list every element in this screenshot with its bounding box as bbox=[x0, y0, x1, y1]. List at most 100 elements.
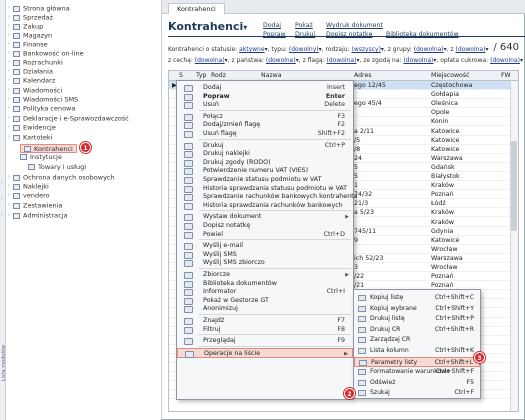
scrollbar-thumb[interactable] bbox=[511, 141, 517, 231]
column-header-nazwa[interactable]: Nazwa bbox=[261, 72, 282, 79]
cell-address: 745/11 bbox=[354, 227, 377, 235]
filter-flag[interactable]: (dowolna) bbox=[327, 57, 357, 64]
page-title-text: Kontrahenci bbox=[168, 20, 244, 33]
submenu-item[interactable]: Szukaj Ctrl+F bbox=[354, 388, 480, 398]
filter-consent[interactable]: (dowolną) bbox=[403, 57, 433, 64]
context-menu-item[interactable]: Usuń flagę Shift+F2 bbox=[177, 129, 353, 139]
cell-city: Konin bbox=[431, 118, 449, 126]
context-menu-item[interactable]: Powiel Ctrl+D bbox=[177, 230, 353, 240]
submenu-item-label: Drukuj CR bbox=[370, 325, 401, 333]
context-menu-item[interactable]: Operacje na liście ▶ bbox=[177, 347, 353, 358]
sidebar-item[interactable]: › Magazyn bbox=[8, 31, 52, 40]
collapse-arrow-icon[interactable]: › bbox=[1, 180, 3, 186]
sidebar-item-label: Działania bbox=[23, 67, 53, 76]
sidebar-item[interactable]: Instytucje bbox=[20, 153, 62, 162]
module-icon bbox=[13, 115, 20, 122]
chevron-down-icon[interactable]: ▾ bbox=[243, 23, 247, 32]
module-icon bbox=[13, 202, 20, 209]
sidebar-item[interactable]: › Strona główna bbox=[8, 4, 70, 13]
sidebar-item[interactable]: › Wiadomości SMS bbox=[8, 95, 78, 104]
sidebar-item[interactable]: › Działania bbox=[8, 67, 53, 76]
sidebar-item[interactable]: › Bankowość on-line bbox=[8, 49, 84, 58]
toolbar-issue-document-link[interactable]: Wydruk dokument bbox=[326, 22, 383, 29]
sidebar-item[interactable]: › Kartoteki bbox=[8, 133, 52, 142]
sidebar-item-label: Bankowość on-line bbox=[23, 49, 84, 58]
sidebar-item[interactable]: › Zestawienia bbox=[8, 201, 62, 210]
filter-sugar-fee[interactable]: (dowolna) bbox=[490, 57, 520, 64]
submenu-item-shortcut: F5 bbox=[466, 378, 474, 386]
module-icon bbox=[13, 14, 20, 21]
menu-item-label: Dodaj bbox=[203, 84, 222, 91]
sidebar-item[interactable]: › Finanse bbox=[8, 40, 48, 49]
sidebar-item[interactable]: Towary i usługi bbox=[28, 163, 86, 172]
module-icon bbox=[20, 154, 27, 160]
collapse-arrow-icon[interactable]: › bbox=[1, 212, 3, 218]
sidebar-item-label: Strona główna bbox=[23, 4, 70, 13]
context-menu-item[interactable]: Przeglądaj F9 bbox=[177, 336, 353, 346]
cell-city: Wrocław bbox=[431, 264, 458, 271]
submenu-item[interactable]: Kopiuj wybrane Ctrl+Shift+Y bbox=[354, 304, 480, 314]
sidebar-item[interactable]: › Kalendarz bbox=[8, 76, 55, 85]
submenu-item[interactable]: Drukuj CR Ctrl+Shift+R bbox=[354, 325, 480, 335]
sidebar-item[interactable]: › Naklejki bbox=[8, 182, 49, 191]
context-menu-item[interactable]: Historia sprawdzania rachunków bankowych bbox=[177, 201, 353, 211]
submenu-item-label: Kopiuj listę bbox=[370, 294, 404, 301]
filter-country[interactable]: (dowolne) bbox=[266, 57, 296, 64]
column-header-rodz[interactable]: Rodz bbox=[211, 72, 226, 79]
toolbar-add-note-link[interactable]: Dopisz notatkę bbox=[326, 31, 372, 38]
menu-item-icon bbox=[184, 338, 193, 346]
context-menu-item[interactable]: Anonimizuj bbox=[177, 304, 353, 314]
grid-scrollbar[interactable] bbox=[510, 81, 518, 411]
submenu-item[interactable]: Lista kolumn Ctrl+Shift+K bbox=[354, 346, 480, 356]
submenu-item[interactable]: Kopiuj listę Ctrl+Shift+C bbox=[354, 293, 480, 303]
filter-row-1: Kontrahenci o statusie: aktywne▾, typu: … bbox=[168, 46, 489, 53]
sidebar-item[interactable]: › Sprzedaż bbox=[8, 13, 53, 22]
column-header-s[interactable]: S bbox=[179, 72, 183, 79]
toolbar-show-link[interactable]: Pokaż bbox=[295, 22, 313, 29]
submenu-item[interactable]: Odśwież F5 bbox=[354, 378, 480, 388]
sidebar-item[interactable]: › Zakup bbox=[8, 22, 43, 31]
tab-kontrahenci[interactable]: Kontrahenci bbox=[168, 3, 225, 14]
submenu-item-shortcut: Ctrl+Shift+L bbox=[434, 358, 473, 366]
menu-item-icon bbox=[358, 348, 366, 354]
column-header-fw[interactable]: FW bbox=[501, 72, 511, 79]
toolbar-edit-link[interactable]: Popraw bbox=[263, 31, 286, 38]
sidebar-item[interactable]: › Ewidencje bbox=[8, 123, 56, 132]
submenu-item[interactable]: Formatowanie warunkowe Ctrl+Shift+F bbox=[354, 367, 480, 377]
cell-city: Łódź bbox=[431, 200, 446, 208]
column-header-typ[interactable]: Typ bbox=[196, 72, 206, 79]
sidebar-item[interactable]: › Deklaracje i e-Sprawozdawczość bbox=[8, 114, 129, 123]
sidebar-item[interactable]: › Rozrachunki bbox=[8, 58, 63, 67]
submenu-item[interactable]: Zarządzaj CR bbox=[354, 335, 480, 345]
column-header-miejscowosc[interactable]: Miejscowość bbox=[431, 72, 469, 79]
filter-feature[interactable]: (dowolna) bbox=[195, 57, 225, 64]
context-menu-item[interactable]: Filtruj F8 bbox=[177, 325, 353, 335]
sidebar-item[interactable]: › Wiadomości bbox=[8, 86, 62, 95]
sidebar-item[interactable]: › vendero bbox=[8, 191, 50, 200]
page-title[interactable]: Kontrahenci▾ bbox=[168, 20, 247, 33]
submenu-item[interactable]: Drukuj listę Ctrl+Shift+P bbox=[354, 314, 480, 324]
sidebar-item[interactable]: Kontrahenci bbox=[20, 144, 77, 153]
sidebar-item[interactable]: › Administracja bbox=[8, 211, 67, 220]
filter-kind[interactable]: (wszyscy) bbox=[352, 46, 381, 53]
cell-address: 9 bbox=[354, 236, 359, 244]
sidebar-item[interactable]: › Polityka cenowa bbox=[8, 104, 75, 113]
filter-other[interactable]: (dowolna) bbox=[456, 46, 486, 53]
module-icon bbox=[13, 105, 20, 112]
module-icon bbox=[13, 174, 20, 181]
filter-group[interactable]: (dowolna) bbox=[414, 46, 444, 53]
collapse-arrow-icon[interactable]: › bbox=[1, 196, 3, 202]
submenu-item[interactable]: Parametry listy Ctrl+Shift+L bbox=[354, 356, 480, 367]
filter-label: , ze zgodą na: bbox=[359, 57, 402, 64]
filter-status[interactable]: aktywne bbox=[239, 46, 264, 53]
toolbar-add-link[interactable]: Dodaj bbox=[263, 22, 281, 29]
context-menu-item[interactable]: Wyślij SMS zbiorczo bbox=[177, 258, 353, 268]
menu-item-icon bbox=[184, 202, 193, 210]
toolbar-document-library-link[interactable]: Biblioteka dokumentów bbox=[386, 31, 459, 38]
column-header-adres[interactable]: Adres bbox=[354, 72, 372, 79]
toolbar-print-link[interactable]: Drukuj bbox=[295, 31, 315, 38]
sidebar-item[interactable]: › Ochrona danych osobowych bbox=[8, 173, 115, 182]
context-menu-item[interactable]: Usuń Delete bbox=[177, 100, 353, 110]
cell-address: /5 bbox=[354, 136, 361, 144]
filter-type[interactable]: (dowolny) bbox=[289, 46, 319, 53]
